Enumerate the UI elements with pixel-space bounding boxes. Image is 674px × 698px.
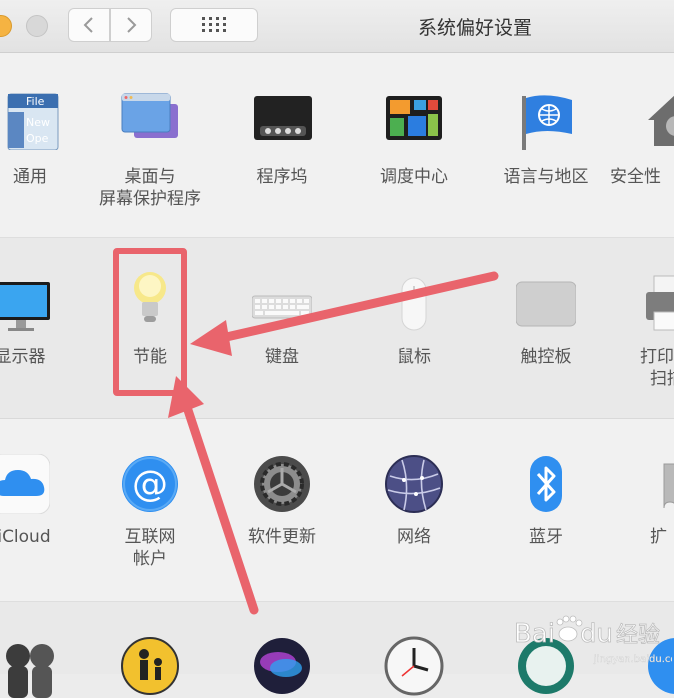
- arrow-head-right: [190, 320, 232, 356]
- arrow-from-bottom: [179, 393, 259, 615]
- paw-icon: [556, 615, 583, 642]
- watermark-brand: Bai: [514, 619, 555, 649]
- annotation-arrows: [168, 271, 499, 615]
- baidu-jingyan-watermark: Bai du 经验 jingyan.baidu.com: [514, 615, 672, 665]
- watermark-url: jingyan.baidu.com: [593, 654, 672, 665]
- arrow-from-right: [217, 271, 499, 343]
- watermark-brand-tail: du: [580, 619, 613, 649]
- watermark-product: 经验: [616, 623, 660, 648]
